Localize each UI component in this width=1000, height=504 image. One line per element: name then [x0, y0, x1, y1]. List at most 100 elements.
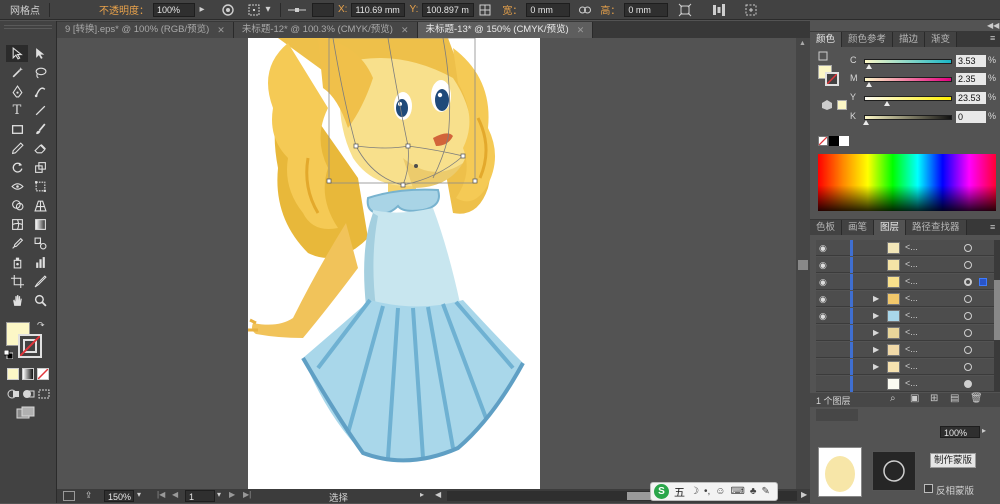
layer-name[interactable]: <...: [905, 310, 918, 320]
magenta-value[interactable]: 2.35: [956, 73, 986, 85]
visibility-eye-icon[interactable]: ◉: [819, 260, 831, 270]
expand-arrow-icon[interactable]: ▶: [873, 294, 879, 303]
panel-collapse-icon[interactable]: ◀◀: [987, 21, 999, 30]
close-icon[interactable]: ✕: [217, 22, 225, 38]
black-swatch[interactable]: [829, 136, 839, 146]
layers-scroll-thumb[interactable]: [994, 280, 1000, 340]
blend-tool-icon[interactable]: [29, 235, 51, 252]
emoji-icon[interactable]: ☺: [715, 486, 725, 497]
selection-tool-icon[interactable]: [6, 45, 28, 62]
magenta-track[interactable]: [864, 77, 952, 82]
layer-row[interactable]: ▶ <...: [816, 359, 994, 375]
gradient-tool-icon[interactable]: [29, 216, 51, 233]
target-circle-icon[interactable]: [964, 346, 972, 354]
new-layer-icon[interactable]: ▤: [950, 393, 959, 404]
color-spectrum[interactable]: [818, 154, 996, 211]
pen-tool-icon[interactable]: [6, 83, 28, 100]
none-mode-icon[interactable]: [37, 368, 49, 380]
zoom-field[interactable]: 150%: [104, 490, 134, 502]
layer-row[interactable]: ▶ <...: [816, 325, 994, 341]
black-value[interactable]: 0: [956, 111, 986, 123]
skin-icon[interactable]: ♣: [750, 486, 757, 497]
black-slider[interactable]: K 0 %: [850, 111, 996, 125]
transparency-thumbnail[interactable]: [818, 447, 862, 497]
eyedropper-tool-icon[interactable]: [6, 235, 28, 252]
width-tool-icon[interactable]: [6, 178, 28, 195]
target-circle-icon[interactable]: [964, 244, 972, 252]
layer-name[interactable]: <...: [905, 378, 918, 388]
none-swatch[interactable]: [818, 136, 828, 146]
gamut-swatch[interactable]: [837, 100, 847, 110]
transparency-opacity-dropdown-icon[interactable]: ▸: [982, 426, 986, 435]
tab-gradient[interactable]: 渐变: [925, 32, 958, 47]
line-segment-tool-icon[interactable]: [29, 102, 51, 119]
invert-mask-checkbox[interactable]: [924, 484, 933, 493]
target-circle-icon[interactable]: [964, 295, 972, 303]
layer-row[interactable]: <...: [816, 376, 994, 392]
layer-name[interactable]: <...: [905, 327, 918, 337]
layer-row-selected[interactable]: ◉ <...: [816, 274, 994, 290]
make-mask-button[interactable]: 制作蒙版: [930, 453, 976, 468]
black-thumb[interactable]: [863, 120, 869, 125]
yellow-thumb[interactable]: [884, 101, 890, 106]
opacity-dropdown-icon[interactable]: ▸: [195, 3, 209, 17]
artboard-tool-icon[interactable]: [6, 273, 28, 290]
symbol-sprayer-tool-icon[interactable]: [6, 254, 28, 271]
first-artboard-icon[interactable]: |◀: [157, 490, 165, 499]
column-graph-tool-icon[interactable]: [29, 254, 51, 271]
expand-arrow-icon[interactable]: ▶: [873, 362, 879, 371]
girl-illustration[interactable]: [248, 38, 540, 489]
tab-document-9[interactable]: 9 [转换].eps* @ 100% (RGB/预览) ✕: [57, 22, 234, 38]
layer-name[interactable]: <...: [905, 276, 918, 286]
layer-name[interactable]: <...: [905, 259, 918, 269]
artboard-number-field[interactable]: 1: [185, 490, 215, 502]
layer-name[interactable]: <...: [905, 344, 918, 354]
tab-stroke[interactable]: 描边: [893, 32, 926, 47]
white-swatch[interactable]: [839, 136, 849, 146]
panel-menu-icon[interactable]: ≡: [990, 33, 995, 43]
target-circle-icon[interactable]: [964, 312, 972, 320]
scale-tool-icon[interactable]: [29, 159, 51, 176]
y-field[interactable]: 100.897 m: [422, 2, 475, 17]
magenta-slider[interactable]: M 2.35 %: [850, 73, 996, 87]
screen-mode-icon[interactable]: [16, 406, 36, 420]
tab-swatches[interactable]: 色板: [810, 220, 843, 235]
zoom-tool-icon[interactable]: [29, 292, 51, 309]
yellow-slider[interactable]: Y 23.53 %: [850, 92, 996, 106]
slice-tool-icon[interactable]: [29, 273, 51, 290]
draw-mode-icon[interactable]: [7, 388, 21, 400]
layer-row[interactable]: ◉ ▶ <...: [816, 291, 994, 307]
ime-toolbar[interactable]: S 五 ☽ •, ☺ ⌨ ♣ ✎: [650, 482, 778, 501]
share-icon[interactable]: ⇪: [85, 490, 93, 501]
black-track[interactable]: [864, 115, 952, 120]
curvature-tool-icon[interactable]: [29, 83, 51, 100]
link-icon[interactable]: [578, 3, 592, 17]
cyan-slider[interactable]: C 3.53 %: [850, 55, 996, 69]
transparency-panel-tab[interactable]: [816, 409, 858, 421]
cyan-thumb[interactable]: [866, 64, 872, 69]
scroll-thumb[interactable]: [798, 260, 808, 270]
layer-row[interactable]: ◉ <...: [816, 257, 994, 273]
color-stroke-swatch[interactable]: [825, 72, 839, 86]
close-icon[interactable]: ✕: [577, 22, 585, 38]
tab-color[interactable]: 颜色: [810, 32, 843, 47]
tab-untitled-12[interactable]: 未标题-12* @ 100.3% (CMYK/预览) ✕: [233, 22, 418, 38]
last-artboard-icon[interactable]: ▶|: [243, 490, 251, 499]
draw-behind-icon[interactable]: [22, 388, 36, 400]
layer-name[interactable]: <...: [905, 242, 918, 252]
yellow-track[interactable]: [864, 96, 952, 101]
magenta-thumb[interactable]: [866, 82, 872, 87]
mesh-options-dropdown-icon[interactable]: ▾: [261, 3, 275, 17]
moon-icon[interactable]: ☽: [690, 486, 699, 497]
rotate-tool-icon[interactable]: [6, 159, 28, 176]
scroll-up-icon[interactable]: ▲: [799, 40, 806, 47]
anchor-convert-icon[interactable]: [286, 3, 308, 17]
eraser-tool-icon[interactable]: [29, 140, 51, 157]
cube-icon[interactable]: [818, 51, 828, 61]
tab-color-guide[interactable]: 颜色参考: [842, 32, 894, 47]
type-tool-icon[interactable]: T: [6, 102, 28, 119]
keyboard-icon[interactable]: ⌨: [730, 486, 744, 497]
tab-brushes[interactable]: 画笔: [842, 220, 875, 235]
vertical-scrollbar[interactable]: ▲: [796, 38, 810, 489]
tab-untitled-13[interactable]: 未标题-13* @ 150% (CMYK/预览) ✕: [417, 22, 594, 38]
